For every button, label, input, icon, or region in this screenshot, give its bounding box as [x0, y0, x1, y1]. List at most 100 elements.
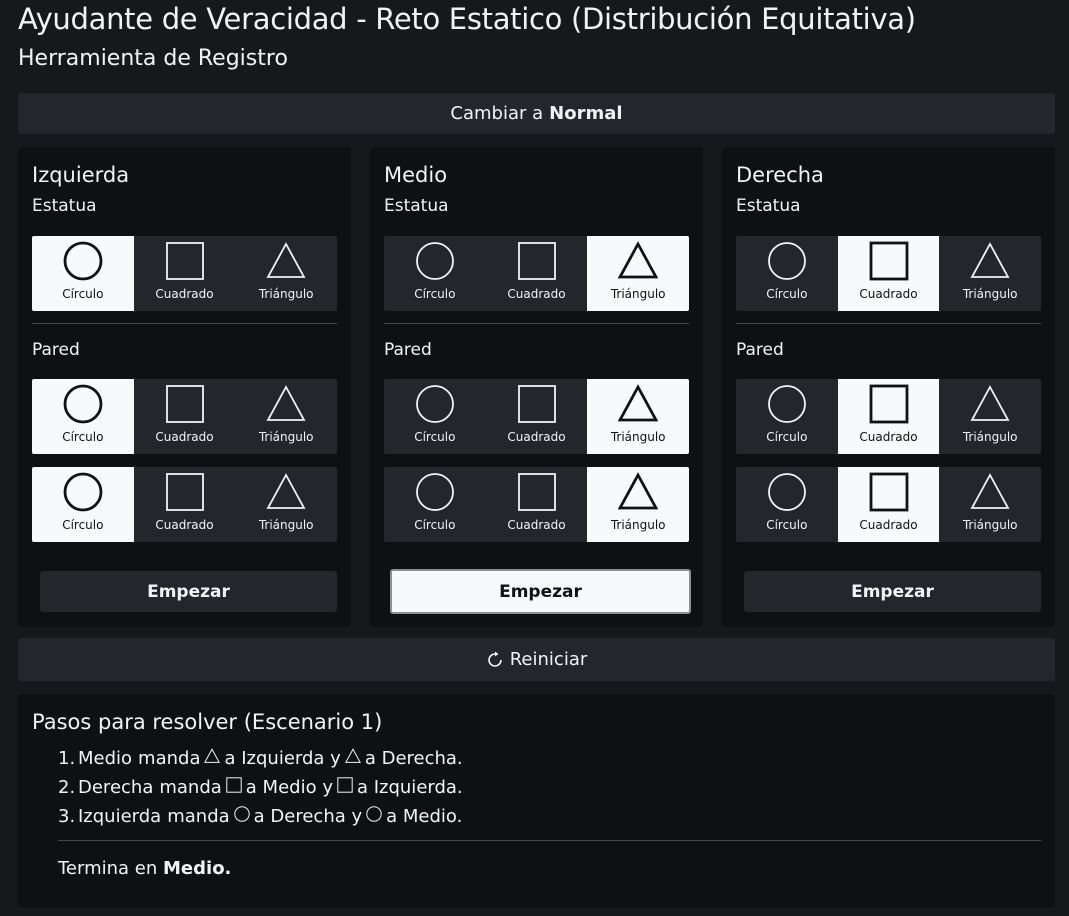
circle-icon [366, 806, 382, 822]
circle-option-button[interactable]: Círculo [32, 467, 134, 542]
shape-option-label: Triángulo [610, 430, 666, 444]
square-icon [226, 777, 242, 793]
start-button[interactable]: Empezar [390, 569, 691, 614]
circle-option-button[interactable]: Círculo [384, 379, 486, 454]
step-shape [366, 806, 382, 827]
start-button[interactable]: Empezar [40, 571, 337, 612]
square-option-button[interactable]: Cuadrado [134, 379, 236, 454]
mode-toggle-prefix: Cambiar a [450, 103, 544, 124]
square-icon [517, 385, 556, 423]
shape-option-label: Triángulo [610, 287, 666, 301]
statue-shape-selector: Círculo Cuadrado Triángulo [736, 236, 1041, 311]
shape-option-label: Triángulo [962, 430, 1018, 444]
start-button[interactable]: Empezar [744, 571, 1041, 612]
steps-panel: Pasos para resolver (Escenario 1) 1. Medi… [18, 694, 1055, 908]
triangle-icon [266, 473, 306, 509]
triangle-icon [344, 748, 361, 763]
triangle-option-button[interactable]: Triángulo [587, 467, 689, 542]
statue-label: Estatua [736, 196, 801, 216]
step-target-2: a Derecha. [364, 748, 463, 769]
circle-option-button[interactable]: Círculo [736, 379, 838, 454]
circle-option-button[interactable]: Círculo [32, 236, 134, 311]
shape-option-label: Círculo [62, 518, 104, 532]
shape-option-label: Cuadrado [859, 430, 918, 444]
triangle-option-button[interactable]: Triángulo [939, 467, 1041, 542]
square-option-button[interactable]: Cuadrado [134, 467, 236, 542]
triangle-icon [618, 241, 659, 279]
circle-icon [767, 473, 806, 511]
final-location-value: Medio. [163, 858, 232, 879]
triangle-option-button[interactable]: Triángulo [587, 236, 689, 311]
triangle-option-button[interactable]: Triángulo [235, 379, 337, 454]
wall-label: Pared [32, 340, 80, 360]
square-option-button[interactable]: Cuadrado [486, 236, 588, 311]
wall-2-shape-selector: Círculo Cuadrado Triángulo [384, 467, 689, 542]
circle-icon [415, 385, 454, 423]
triangle-icon [266, 242, 306, 278]
shape-option-label: Triángulo [258, 287, 314, 301]
shape-option-label: Círculo [766, 287, 808, 301]
circle-option-button[interactable]: Círculo [384, 236, 486, 311]
shape-option-label: Triángulo [258, 430, 314, 444]
wall-2-shape-selector: Círculo Cuadrado Triángulo [736, 467, 1041, 542]
mode-toggle-button[interactable]: Cambiar a Normal [18, 93, 1055, 134]
circle-option-button[interactable]: Círculo [736, 236, 838, 311]
circle-option-button[interactable]: Círculo [32, 379, 134, 454]
shape-option-label: Cuadrado [859, 518, 918, 532]
final-prefix: Termina en [58, 858, 158, 879]
circle-option-button[interactable]: Círculo [384, 467, 486, 542]
step-shape [204, 748, 221, 769]
square-option-button[interactable]: Cuadrado [134, 236, 236, 311]
step-verb: manda [159, 777, 222, 798]
circle-icon [63, 241, 103, 281]
triangle-icon [970, 242, 1010, 278]
wall-2-shape-selector: Círculo Cuadrado Triángulo [32, 467, 337, 542]
step-shape [226, 777, 242, 798]
step-item: 2. Derecha manda a Medio y a Izquierda. [58, 773, 463, 802]
step-sender: Derecha [78, 777, 154, 798]
shape-option-label: Cuadrado [155, 287, 214, 301]
square-option-button[interactable]: Cuadrado [837, 467, 940, 542]
shape-option-label: Triángulo [962, 287, 1018, 301]
wall-1-shape-selector: Círculo Cuadrado Triángulo [32, 379, 337, 454]
square-icon [869, 472, 908, 512]
reset-button[interactable]: Reiniciar [18, 638, 1055, 681]
mode-toggle-mode: Normal [549, 103, 623, 124]
square-icon [165, 242, 204, 280]
triangle-option-button[interactable]: Triángulo [587, 379, 689, 454]
triangle-option-button[interactable]: Triángulo [235, 236, 337, 311]
steps-list: 1. Medio manda a Izquierda ya Derecha. 2. Der… [58, 744, 463, 831]
triangle-option-button[interactable]: Triángulo [939, 379, 1041, 454]
column-title: Derecha [736, 163, 824, 187]
wall-label: Pared [736, 340, 784, 360]
triangle-icon [266, 385, 306, 421]
column-title: Izquierda [32, 163, 130, 187]
step-shape [233, 806, 250, 827]
refresh-icon [487, 651, 502, 667]
reset-label: Reiniciar [509, 649, 588, 670]
square-icon [869, 384, 908, 424]
step-target-1: a Derecha y [253, 806, 363, 827]
shape-option-label: Cuadrado [155, 430, 214, 444]
triangle-icon [970, 385, 1010, 421]
square-icon [517, 473, 556, 511]
step-target-2: a Izquierda. [356, 777, 463, 798]
step-target-2: a Medio. [386, 806, 463, 827]
square-icon [337, 777, 353, 793]
triangle-option-button[interactable]: Triángulo [235, 467, 337, 542]
circle-option-button[interactable]: Círculo [736, 467, 838, 542]
shape-option-label: Cuadrado [859, 287, 918, 301]
square-option-button[interactable]: Cuadrado [486, 467, 588, 542]
square-option-button[interactable]: Cuadrado [837, 236, 940, 311]
step-target-1: a Medio y [245, 777, 333, 798]
shape-option-label: Círculo [414, 287, 456, 301]
step-shape [337, 777, 353, 798]
shape-option-label: Círculo [766, 430, 808, 444]
shape-option-label: Círculo [62, 430, 104, 444]
shape-option-label: Cuadrado [507, 287, 566, 301]
steps-title: Pasos para resolver (Escenario 1) [32, 710, 383, 734]
column-0: Izquierda Estatua Pared Círculo Cuadrado Triá… [18, 147, 351, 627]
square-option-button[interactable]: Cuadrado [837, 379, 940, 454]
square-option-button[interactable]: Cuadrado [486, 379, 588, 454]
triangle-option-button[interactable]: Triángulo [939, 236, 1041, 311]
